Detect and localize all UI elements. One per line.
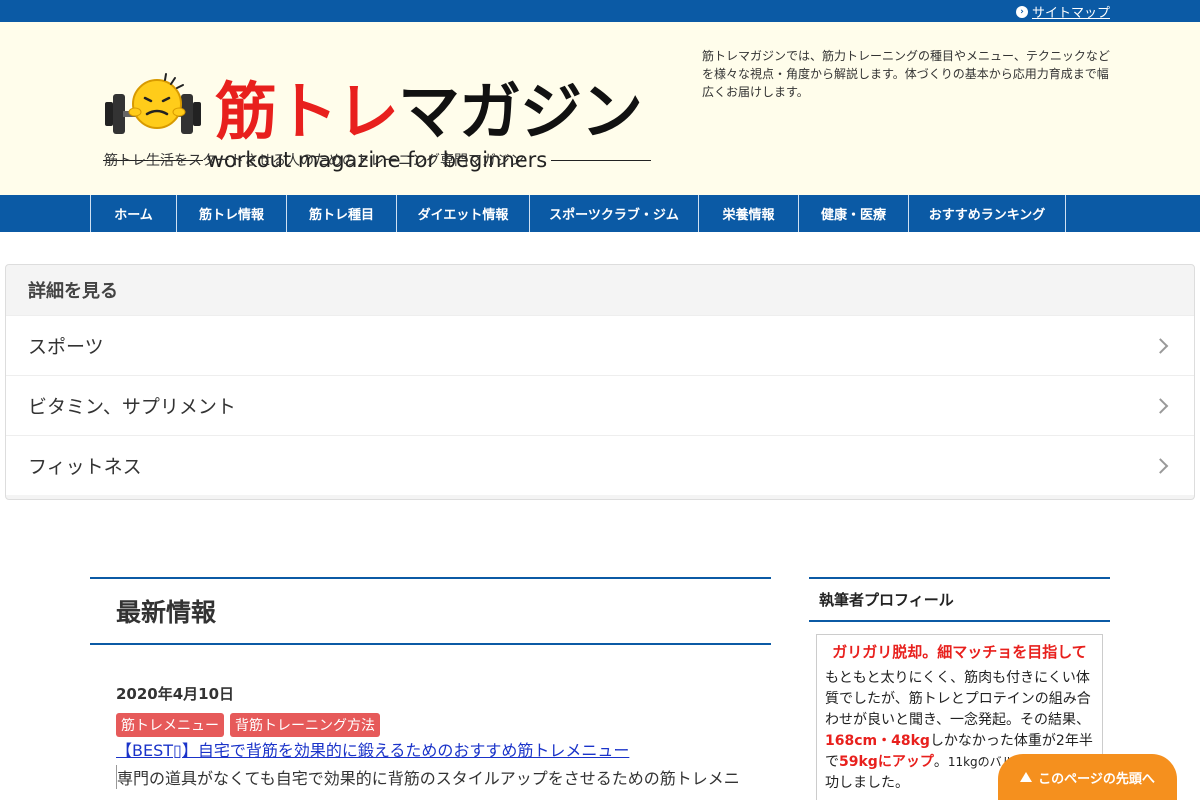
post-item: 2020年4月10日 筋トレメニュー 背筋トレーニング方法 【BEST▯】自宅で… bbox=[90, 683, 771, 789]
post-date: 2020年4月10日 bbox=[116, 685, 235, 703]
latest-heading: 最新情報 bbox=[90, 577, 771, 645]
sitemap-link[interactable]: › サイトマップ bbox=[1015, 2, 1110, 21]
tag-training-menu[interactable]: 筋トレメニュー bbox=[116, 713, 224, 737]
post-title-link[interactable]: 【BEST▯】自宅で背筋を効果的に鍛えるためのおすすめ筋トレメニュー bbox=[116, 741, 629, 760]
chevron-right-circle-icon: › bbox=[1015, 5, 1028, 18]
details-heading: 詳細を見る bbox=[28, 281, 118, 302]
site-header: 筋トレマガジン workout magazine for beginners 筋… bbox=[0, 22, 1200, 195]
details-item-label: ビタミン、サプリメント bbox=[28, 396, 236, 418]
back-to-top-label: このページの先頭へ bbox=[1038, 771, 1155, 787]
profile-highlight: 59kgにアップ bbox=[839, 754, 934, 770]
dumbbell-mascot-icon bbox=[105, 73, 201, 134]
nav-item-ranking[interactable]: おすすめランキング bbox=[909, 195, 1066, 232]
chevron-right-icon bbox=[1152, 397, 1169, 414]
chevron-right-icon bbox=[1152, 337, 1169, 354]
nav-item-diet[interactable]: ダイエット情報 bbox=[397, 195, 530, 232]
profile-title: ガリガリ脱却。細マッチョを目指して bbox=[832, 643, 1087, 661]
arrow-up-icon bbox=[1020, 772, 1033, 782]
divider bbox=[551, 159, 652, 161]
site-tagline: 筋トレ生活をスタートさせる人のためのトレーニング専門マガジン bbox=[104, 153, 524, 169]
logo-title-black: マガジン bbox=[398, 75, 643, 148]
nav-item-health[interactable]: 健康・医療 bbox=[799, 195, 909, 232]
nav-item-exercises[interactable]: 筋トレ種目 bbox=[287, 195, 397, 232]
nav-item-nutrition[interactable]: 栄養情報 bbox=[699, 195, 799, 232]
chevron-right-icon bbox=[1152, 457, 1169, 474]
global-nav: ホーム 筋トレ情報 筋トレ種目 ダイエット情報 スポーツクラブ・ジム 栄養情報 … bbox=[0, 195, 1200, 232]
nav-item-home[interactable]: ホーム bbox=[91, 195, 177, 232]
logo-title: 筋トレマガジン bbox=[215, 75, 643, 148]
nav-item-training-info[interactable]: 筋トレ情報 bbox=[177, 195, 287, 232]
details-item-vitamins[interactable]: ビタミン、サプリメント bbox=[6, 375, 1194, 435]
profile-text-part: もともと太りにくく、筋肉も付きにくい体質でしたが、筋トレとプロテインの組み合わせ… bbox=[825, 670, 1091, 728]
tag-back-training[interactable]: 背筋トレーニング方法 bbox=[230, 713, 380, 737]
top-bar: › サイトマップ bbox=[0, 0, 1200, 22]
nav-item-gym[interactable]: スポーツクラブ・ジム bbox=[530, 195, 699, 232]
sitemap-label: サイトマップ bbox=[1031, 6, 1110, 21]
site-description: 筋トレマガジンでは、筋力トレーニングの種目やメニュー、テクニックなどを様々な視点… bbox=[702, 49, 1110, 99]
details-item-fitness[interactable]: フィットネス bbox=[6, 435, 1194, 495]
back-to-top-button[interactable]: このページの先頭へ bbox=[998, 754, 1177, 800]
profile-highlight: 168cm・48kg bbox=[825, 733, 930, 749]
logo-title-red: 筋トレ bbox=[215, 75, 399, 148]
details-item-label: フィットネス bbox=[28, 456, 142, 478]
post-tags: 筋トレメニュー 背筋トレーニング方法 bbox=[116, 713, 771, 737]
details-item-label: スポーツ bbox=[28, 336, 104, 358]
details-item-sports[interactable]: スポーツ bbox=[6, 315, 1194, 375]
main-content: 最新情報 2020年4月10日 筋トレメニュー 背筋トレーニング方法 【BEST… bbox=[90, 577, 771, 789]
profile-text-part: 功しました。 bbox=[825, 775, 909, 791]
profile-text-part: 。 bbox=[933, 754, 948, 770]
post-excerpt: 専門の道具がなくても自宅で効果的に背筋のスタイルアップをさせるための筋トレメニ bbox=[116, 765, 756, 789]
details-panel: 詳細を見る スポーツ ビタミン、サプリメント フィットネス bbox=[5, 264, 1195, 500]
site-logo[interactable]: 筋トレマガジン workout magazine for beginners bbox=[103, 52, 663, 192]
sidebar-heading: 執筆者プロフィール bbox=[809, 577, 1110, 622]
